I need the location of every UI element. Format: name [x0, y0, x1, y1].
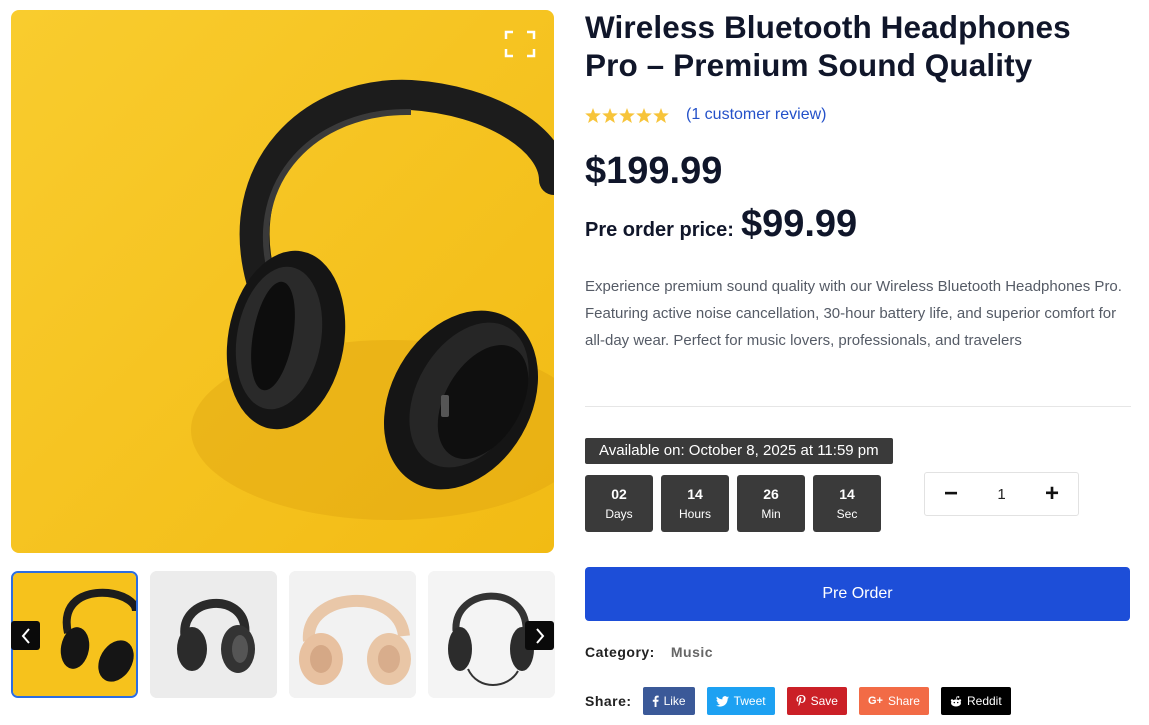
countdown-hours: 14 Hours	[661, 475, 729, 532]
reddit-icon	[950, 695, 962, 707]
google-plus-share-button[interactable]: G+ Share	[858, 687, 929, 715]
star-icon	[602, 107, 618, 123]
countdown-value: 26	[763, 485, 779, 502]
product-rating: (1 customer review)	[585, 106, 826, 124]
facebook-icon	[652, 695, 659, 707]
divider	[585, 406, 1131, 407]
pinterest-icon	[796, 695, 806, 707]
countdown-days: 02 Days	[585, 475, 653, 532]
star-icon	[653, 107, 669, 123]
share-button-label: Share	[887, 694, 920, 708]
quantity-decrease-button[interactable]: −	[925, 473, 977, 515]
product-category: Category: Music	[585, 644, 713, 660]
availability-badge: Available on: October 8, 2025 at 11:59 p…	[585, 438, 893, 464]
quantity-stepper: − 1 +	[924, 472, 1079, 516]
star-icon	[636, 107, 652, 123]
quantity-increase-button[interactable]: +	[1026, 473, 1078, 515]
star-icon	[619, 107, 635, 123]
preorder-price-label: Pre order price:	[585, 219, 734, 241]
preorder-price: $99.99	[740, 203, 858, 245]
countdown-seconds: 14 Sec	[813, 475, 881, 532]
headphones-yellow-image	[11, 10, 554, 553]
share-button-label: Like	[663, 694, 686, 708]
category-link-music[interactable]: Music	[671, 644, 713, 660]
countdown-unit: Min	[761, 506, 781, 521]
regular-price: $199.99	[585, 150, 723, 192]
main-product-image	[11, 10, 554, 553]
star-rating	[585, 107, 669, 123]
reddit-share-button[interactable]: Reddit	[940, 687, 1011, 715]
fullscreen-icon[interactable]	[504, 30, 536, 58]
thumbnail-2[interactable]	[150, 571, 277, 698]
google-plus-icon: G+	[867, 695, 883, 707]
chevron-right-icon	[535, 627, 544, 644]
preorder-price-row: Pre order price: $99.99	[585, 203, 857, 246]
headphones-black-thumbnail	[150, 571, 277, 698]
countdown-value: 14	[839, 485, 855, 502]
facebook-like-button[interactable]: Like	[642, 687, 695, 715]
countdown-minutes: 26 Min	[737, 475, 805, 532]
product-title: Wireless Bluetooth Headphones Pro – Prem…	[585, 9, 1071, 83]
quantity-value[interactable]: 1	[997, 486, 1005, 503]
star-icon	[585, 107, 601, 123]
thumbnail-gallery	[11, 571, 555, 698]
preorder-button[interactable]: Pre Order	[585, 567, 1130, 621]
category-label: Category:	[585, 644, 655, 660]
share-button-label: Tweet	[733, 694, 766, 708]
countdown-unit: Days	[605, 506, 633, 521]
twitter-tweet-button[interactable]: Tweet	[706, 687, 775, 715]
share-label: Share:	[585, 693, 632, 709]
countdown-timer: 02 Days 14 Hours 26 Min 14 Sec	[585, 475, 881, 532]
chevron-left-icon	[21, 627, 30, 644]
share-button-label: Save	[810, 694, 838, 708]
customer-review-link[interactable]: (1 customer review)	[686, 106, 826, 124]
thumbnail-3[interactable]	[289, 571, 416, 698]
thumbnail-next-button[interactable]	[525, 621, 554, 650]
countdown-value: 14	[687, 485, 703, 502]
twitter-icon	[715, 695, 729, 707]
countdown-value: 02	[611, 485, 627, 502]
headphones-beige-thumbnail	[289, 571, 416, 698]
share-bar: Share: Like Tweet Save G+ Share Reddit	[585, 687, 1023, 715]
countdown-unit: Hours	[678, 506, 711, 521]
product-description: Experience premium sound quality with ou…	[585, 278, 1122, 349]
share-button-label: Reddit	[966, 694, 1002, 708]
thumbnail-prev-button[interactable]	[11, 621, 40, 650]
countdown-unit: Sec	[836, 506, 858, 521]
pinterest-save-button[interactable]: Save	[786, 687, 847, 715]
